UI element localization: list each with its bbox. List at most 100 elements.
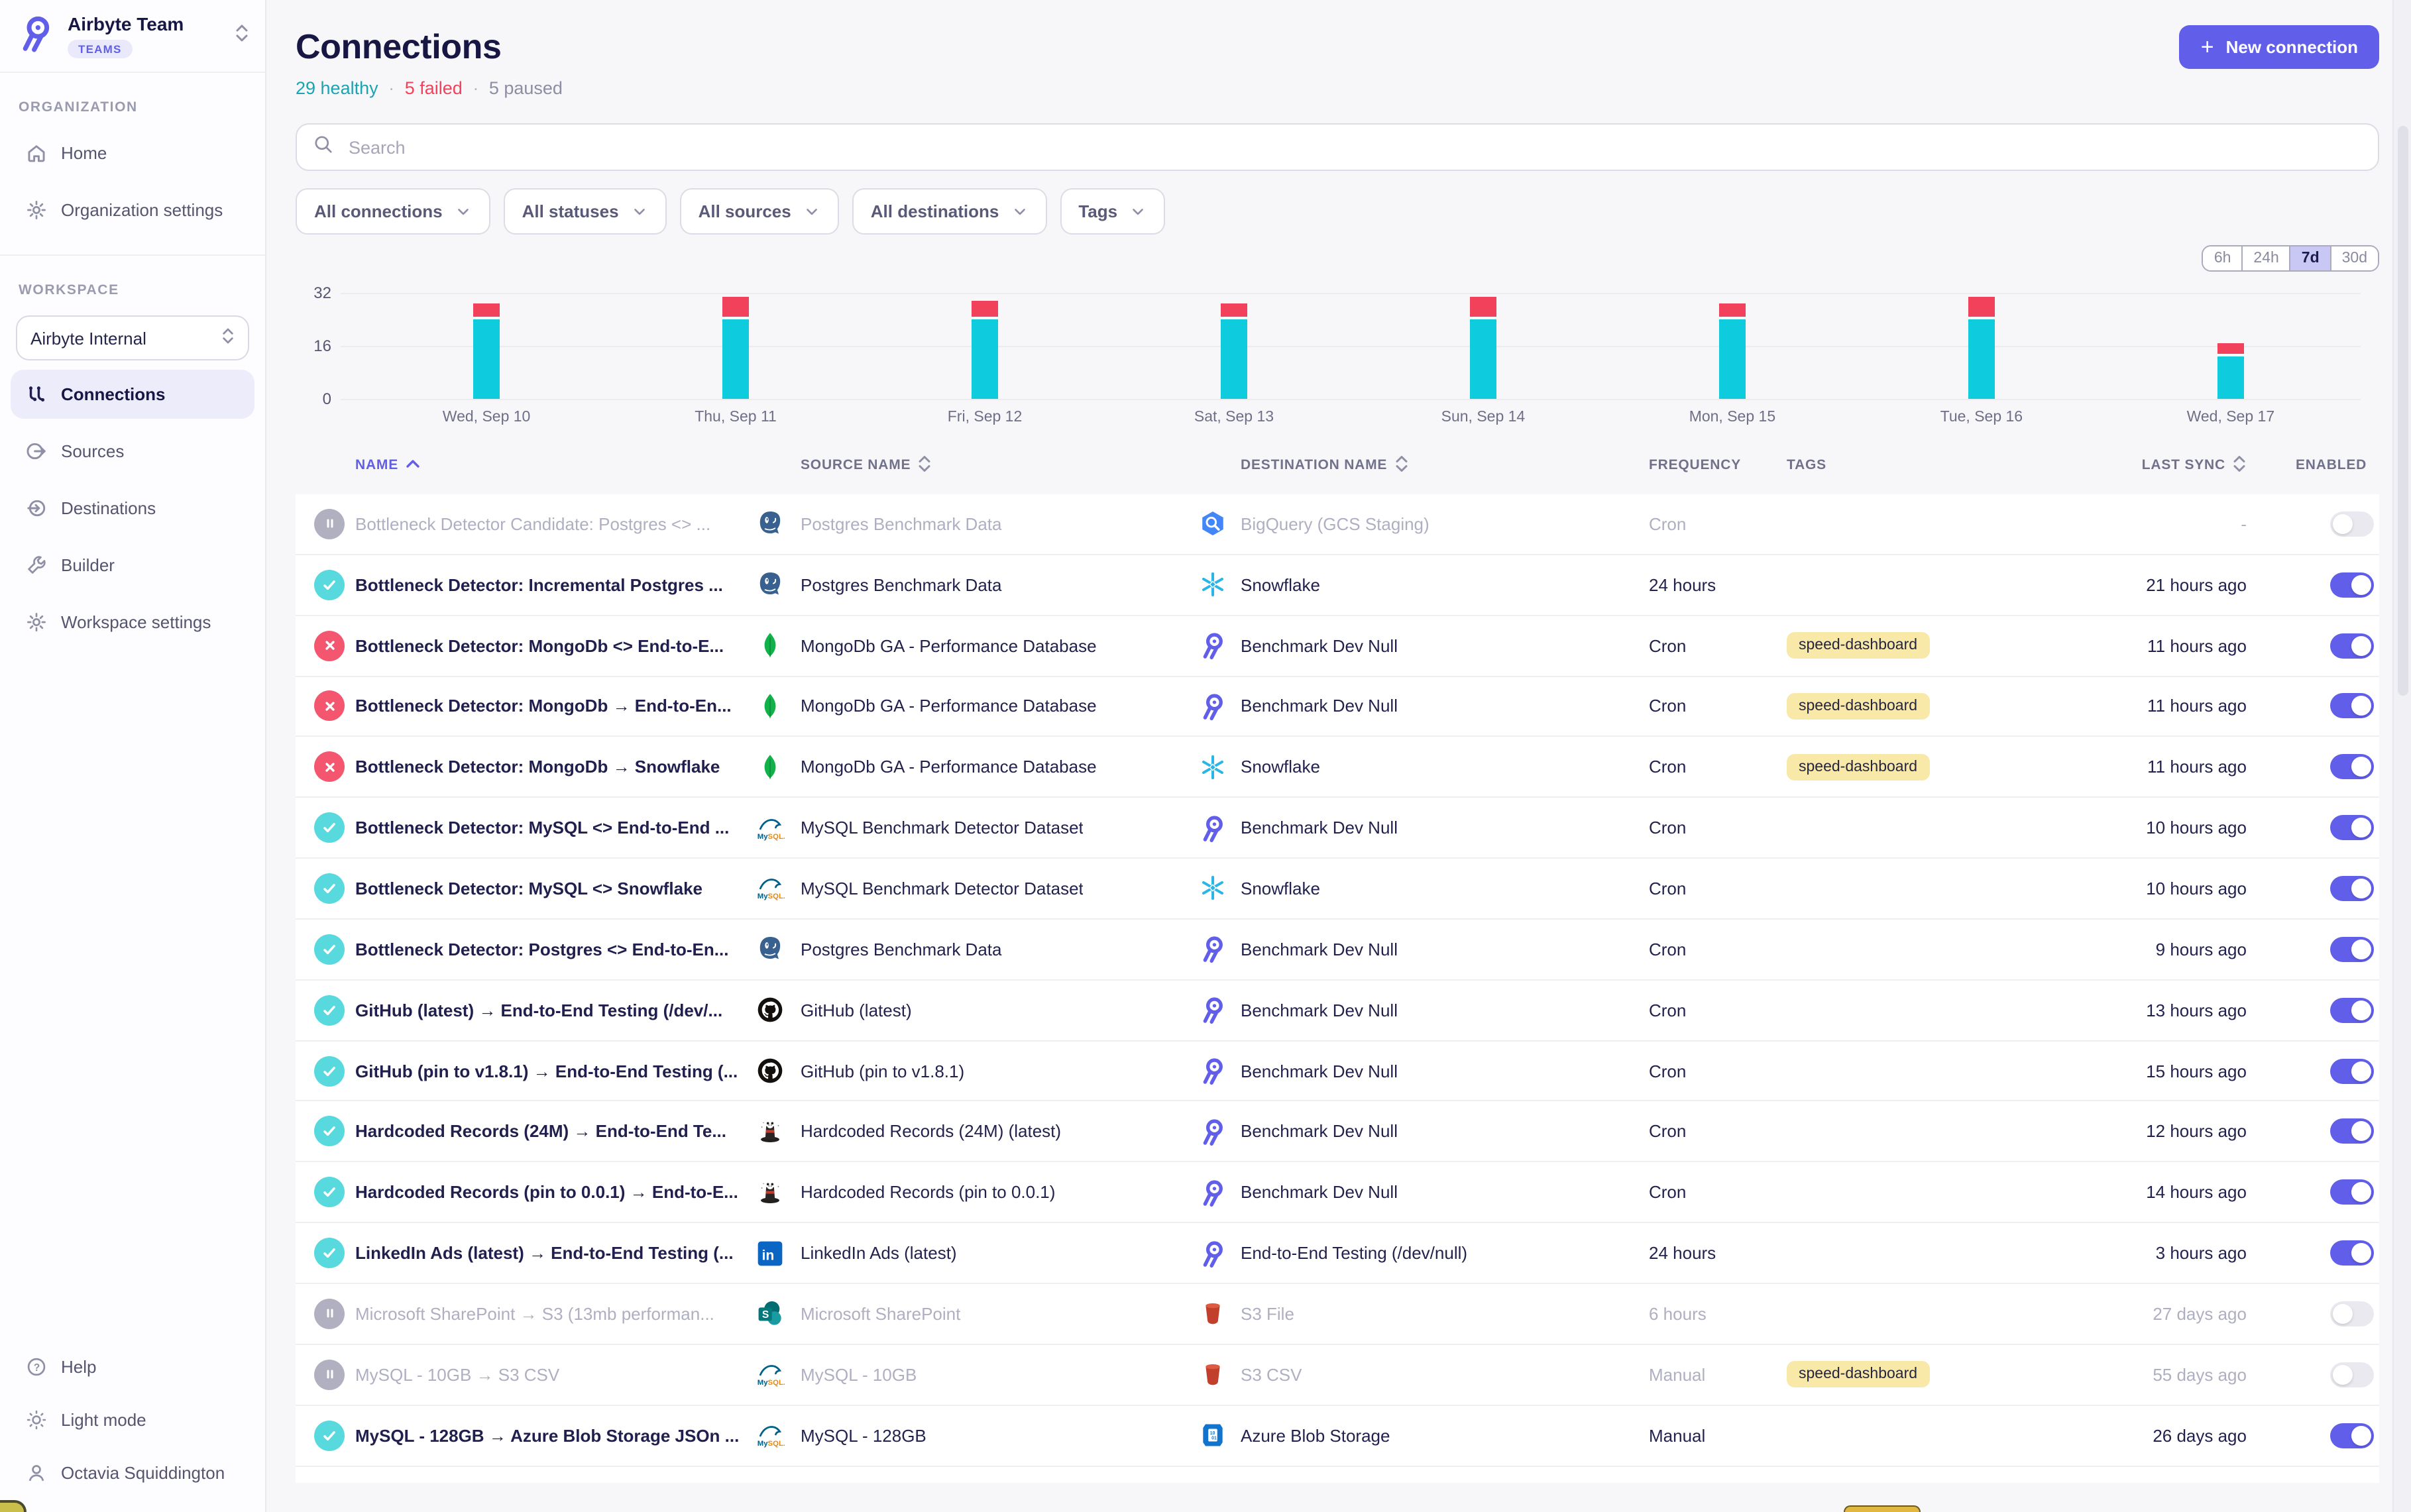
sidebar-item-user[interactable]: Octavia Squiddington (11, 1448, 254, 1497)
sidebar-item-organization-settings[interactable]: Organization settings (11, 186, 254, 235)
last-sync-value: 13 hours ago (2085, 1000, 2253, 1020)
frequency-value: Cron (1634, 940, 1780, 959)
table-row[interactable]: MySQL - 128GB → Azure Blob Storage JSOn … (296, 1405, 2379, 1466)
sidebar-item-connections[interactable]: Connections (11, 370, 254, 419)
failed-count[interactable]: 5 failed (405, 78, 463, 98)
search-bar[interactable] (296, 123, 2379, 171)
enabled-toggle[interactable] (2330, 1058, 2374, 1083)
healthy-count[interactable]: 29 healthy (296, 78, 378, 98)
table-row[interactable]: MySQL - 10GB → S3 CSVMySQL.MySQL - 10GBS… (296, 1345, 2379, 1406)
sidebar-item-workspace-settings[interactable]: Workspace settings (11, 598, 254, 647)
connection-name[interactable]: Bottleneck Detector: Postgres <> End-to-… (355, 940, 728, 959)
workspace-selector[interactable]: Airbyte Internal (16, 315, 249, 360)
table-row[interactable]: Hardcoded Records (24M) → End-to-End Te.… (296, 1102, 2379, 1163)
enabled-toggle[interactable] (2330, 572, 2374, 598)
enabled-toggle[interactable] (2330, 1119, 2374, 1144)
column-header-source[interactable]: SOURCE NAME (741, 454, 1197, 476)
table-row[interactable]: Bottleneck Detector: MySQL <> SnowflakeM… (296, 859, 2379, 920)
connection-name[interactable]: GitHub (latest) → End-to-End Testing (/d… (355, 1000, 722, 1020)
table-row[interactable]: Bottleneck Detector: MongoDb <> End-to-E… (296, 616, 2379, 676)
table-row[interactable]: Bottleneck Detector Candidate: Postgres … (296, 494, 2379, 555)
connection-name[interactable]: LinkedIn Ads (latest) → End-to-End Testi… (355, 1243, 734, 1263)
table-row[interactable]: Microsoft SharePoint → S3 (13mb performa… (296, 1284, 2379, 1345)
connection-name[interactable]: Hardcoded Records (24M) → End-to-End Te.… (355, 1122, 726, 1142)
frequency-value: 24 hours (1634, 575, 1780, 595)
connection-name[interactable]: Microsoft SharePoint → S3 (13mb performa… (355, 1304, 714, 1324)
connection-name[interactable]: Bottleneck Detector: MySQL <> End-to-End… (355, 818, 729, 837)
filter-all-destinations[interactable]: All destinations (852, 188, 1047, 235)
connection-name[interactable]: GitHub (pin to v1.8.1) → End-to-End Test… (355, 1061, 738, 1081)
table-row[interactable]: Bottleneck Detector: MongoDb → Snowflake… (296, 737, 2379, 798)
table-row[interactable]: Bottleneck Detector: Incremental Postgre… (296, 555, 2379, 616)
filter-all-statuses[interactable]: All statuses (504, 188, 667, 235)
enabled-toggle[interactable] (2330, 815, 2374, 840)
source-name: MySQL Benchmark Detector Dataset (801, 818, 1084, 837)
mysql-icon: MySQL. (756, 1421, 785, 1450)
connection-name[interactable]: Bottleneck Detector: Incremental Postgre… (355, 575, 723, 595)
filter-all-sources[interactable]: All sources (680, 188, 839, 235)
column-header-destination[interactable]: DESTINATION NAME (1197, 454, 1634, 476)
connection-name[interactable]: Bottleneck Detector: MongoDb → Snowflake (355, 757, 720, 777)
connection-name[interactable]: MySQL - 10GB → S3 CSV (355, 1364, 559, 1384)
table-row[interactable]: GitHub (latest) → End-to-End Testing (/d… (296, 981, 2379, 1042)
table-row[interactable]: Hardcoded Records (pin to 0.0.1) → End-t… (296, 1163, 2379, 1224)
time-range-7d[interactable]: 7d (2290, 246, 2330, 270)
enabled-toggle[interactable] (2330, 755, 2374, 780)
chart-bar[interactable] (972, 300, 998, 399)
connection-name[interactable]: MySQL - 128GB → Azure Blob Storage JSOn … (355, 1425, 739, 1445)
sidebar-item-destinations[interactable]: Destinations (11, 484, 254, 533)
time-range-6h[interactable]: 6h (2204, 246, 2242, 270)
enabled-toggle[interactable] (2330, 633, 2374, 658)
chart-bar[interactable] (1221, 303, 1247, 399)
enabled-toggle[interactable] (2330, 512, 2374, 537)
chart-bar[interactable] (722, 297, 749, 399)
table-row[interactable]: Bottleneck Detector: MongoDb → End-to-En… (296, 676, 2379, 737)
connection-name[interactable]: Bottleneck Detector Candidate: Postgres … (355, 514, 710, 534)
sidebar-item-light-mode[interactable]: Light mode (11, 1395, 254, 1444)
column-header-name[interactable]: NAME (296, 457, 741, 473)
table-row[interactable]: Bottleneck Detector: MySQL <> End-to-End… (296, 798, 2379, 859)
sidebar-item-label: Help (61, 1357, 97, 1377)
table-row[interactable]: GitHub (pin to v1.8.1) → End-to-End Test… (296, 1041, 2379, 1102)
enabled-toggle[interactable] (2330, 1362, 2374, 1387)
scrollbar-thumb[interactable] (2398, 126, 2408, 696)
enabled-toggle[interactable] (2330, 1179, 2374, 1205)
filter-all-connections[interactable]: All connections (296, 188, 490, 235)
destination-name: End-to-End Testing (/dev/null) (1241, 1243, 1467, 1263)
table-row[interactable]: LinkedIn Ads (latest) → End-to-End Testi… (296, 1223, 2379, 1284)
destination-name: BigQuery (GCS Staging) (1241, 514, 1430, 534)
chart-bar[interactable] (1719, 303, 1746, 399)
sidebar-item-builder[interactable]: Builder (11, 541, 254, 590)
chart-bar[interactable] (473, 303, 500, 399)
time-range-24h[interactable]: 24h (2241, 246, 2289, 270)
sidebar-item-sources[interactable]: Sources (11, 427, 254, 476)
chart-bar[interactable] (1470, 297, 1496, 399)
status-success-icon (314, 873, 345, 904)
chart-bar[interactable] (1968, 297, 1995, 399)
enabled-toggle[interactable] (2330, 1240, 2374, 1266)
search-input[interactable] (346, 136, 2362, 158)
enabled-toggle[interactable] (2330, 997, 2374, 1022)
vertical-scrollbar[interactable] (2392, 0, 2411, 1512)
sidebar-item-home[interactable]: Home (11, 129, 254, 178)
filter-tags[interactable]: Tags (1060, 188, 1165, 235)
new-connection-button[interactable]: + New connection (2180, 25, 2379, 69)
connection-name[interactable]: Hardcoded Records (pin to 0.0.1) → End-t… (355, 1182, 738, 1202)
enabled-toggle[interactable] (2330, 876, 2374, 901)
connection-name[interactable]: Bottleneck Detector: MySQL <> Snowflake (355, 879, 702, 898)
enabled-toggle[interactable] (2330, 694, 2374, 719)
sidebar-item-help[interactable]: ? Help (11, 1342, 254, 1391)
connection-name[interactable]: Bottleneck Detector: MongoDb <> End-to-E… (355, 635, 724, 655)
enabled-toggle[interactable] (2330, 1301, 2374, 1326)
column-header-last-sync[interactable]: LAST SYNC (2085, 454, 2253, 476)
org-switcher[interactable]: Airbyte Team TEAMS (0, 0, 265, 73)
time-range-30d[interactable]: 30d (2330, 246, 2378, 270)
destination-name: Benchmark Dev Null (1241, 1000, 1398, 1020)
enabled-toggle[interactable] (2330, 1423, 2374, 1448)
enabled-toggle[interactable] (2330, 937, 2374, 962)
connection-name[interactable]: Bottleneck Detector: MongoDb → End-to-En… (355, 696, 732, 716)
chart-bar[interactable] (2217, 343, 2244, 399)
last-sync-value: 9 hours ago (2085, 940, 2253, 959)
table-row[interactable]: Bottleneck Detector: Postgres <> End-to-… (296, 920, 2379, 981)
frequency-value: Cron (1634, 1122, 1780, 1142)
